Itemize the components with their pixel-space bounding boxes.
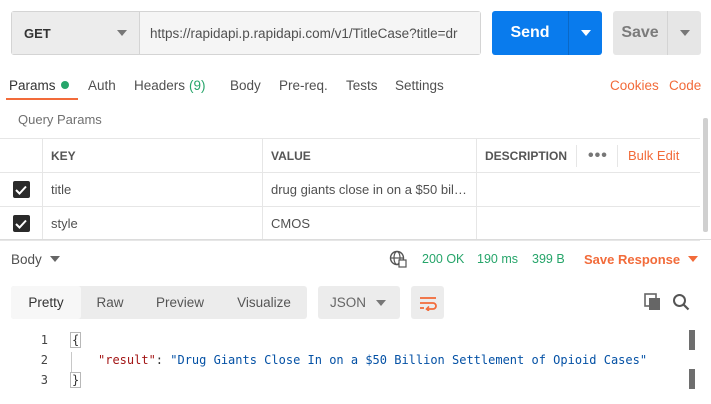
view-tab-visualize[interactable]: Visualize xyxy=(221,286,307,319)
headers-count: (9) xyxy=(189,77,206,93)
response-time[interactable]: 190 ms xyxy=(477,240,518,278)
tab-params[interactable]: Params xyxy=(9,70,69,100)
param-value-text: drug giants close in on a $50 billion se… xyxy=(271,182,468,197)
tab-prereq[interactable]: Pre-req. xyxy=(279,70,328,100)
send-options-button[interactable] xyxy=(568,11,602,55)
param-key-input[interactable]: title xyxy=(42,173,262,206)
code-text: } xyxy=(70,372,82,388)
format-select[interactable]: JSON xyxy=(318,286,400,319)
param-enabled-checkbox[interactable] xyxy=(0,173,42,206)
tab-auth[interactable]: Auth xyxy=(88,70,116,100)
chevron-down-icon xyxy=(117,30,127,36)
code-link[interactable]: Code xyxy=(669,70,701,100)
query-params-title: Query Params xyxy=(18,112,102,127)
checkmark-icon xyxy=(12,181,30,198)
copy-icon[interactable] xyxy=(644,293,662,311)
code-text: "result": "Drug Giants Close In on a $50… xyxy=(98,353,647,367)
save-button-group: Save xyxy=(613,11,701,55)
tab-params-label: Params xyxy=(9,77,56,93)
param-enabled-checkbox[interactable] xyxy=(0,207,42,240)
column-header-value: VALUE xyxy=(262,139,476,172)
tab-body[interactable]: Body xyxy=(230,70,261,100)
checkmark-icon xyxy=(12,215,30,232)
chevron-down-icon xyxy=(376,299,386,306)
send-button[interactable]: Send xyxy=(492,11,568,55)
param-description-input[interactable] xyxy=(476,207,700,240)
code-line: 1 { xyxy=(0,330,690,350)
response-size[interactable]: 399 B xyxy=(532,240,565,278)
response-body-editor[interactable]: 1 { 2 "result": "Drug Giants Close In on… xyxy=(0,330,700,404)
line-number: 1 xyxy=(40,333,48,347)
method-select[interactable]: GET xyxy=(12,12,140,54)
search-icon[interactable] xyxy=(672,293,690,311)
param-description-input[interactable] xyxy=(476,173,700,206)
chevron-down-icon xyxy=(49,256,60,262)
table-row: title drug giants close in on a $50 bill… xyxy=(0,173,700,207)
response-view-tabs: Pretty Raw Preview Visualize xyxy=(11,286,307,319)
indent-guide xyxy=(71,352,72,372)
code-line: 2 "result": "Drug Giants Close In on a $… xyxy=(0,350,690,370)
column-divider xyxy=(617,145,618,167)
params-scrollbar[interactable] xyxy=(703,118,708,232)
column-divider xyxy=(576,145,577,167)
params-table: KEY VALUE DESCRIPTION ••• Bulk Edit titl… xyxy=(0,138,700,241)
more-options-icon[interactable]: ••• xyxy=(588,139,608,172)
json-colon: : xyxy=(155,353,171,367)
cookies-link[interactable]: Cookies xyxy=(610,70,659,100)
response-section-label: Body xyxy=(11,251,42,267)
url-input[interactable]: https://rapidapi.p.rapidapi.com/v1/Title… xyxy=(140,12,480,54)
response-header: Body 200 OK 190 ms 399 B Save Response xyxy=(0,239,711,277)
editor-scrollbar-mark xyxy=(689,330,695,350)
active-tab-indicator xyxy=(6,98,78,100)
tab-headers[interactable]: Headers (9) xyxy=(134,70,206,100)
tab-settings[interactable]: Settings xyxy=(395,70,444,100)
bulk-edit-link[interactable]: Bulk Edit xyxy=(628,139,679,172)
globe-icon[interactable] xyxy=(389,250,407,268)
save-options-button[interactable] xyxy=(667,11,701,55)
params-active-dot-icon xyxy=(60,81,69,89)
param-value-input[interactable]: CMOS xyxy=(262,207,476,240)
line-number: 2 xyxy=(40,353,48,367)
wrap-lines-icon xyxy=(419,296,437,311)
json-key: "result" xyxy=(98,353,156,367)
tab-headers-label: Headers xyxy=(134,77,186,93)
chevron-down-icon xyxy=(679,30,690,36)
format-label: JSON xyxy=(330,295,367,310)
method-label: GET xyxy=(24,25,51,41)
param-key-input[interactable]: style xyxy=(42,207,262,240)
params-table-header: KEY VALUE DESCRIPTION ••• Bulk Edit xyxy=(0,139,700,173)
param-value-input[interactable]: drug giants close in on a $50 billion se… xyxy=(262,173,476,206)
send-button-group: Send xyxy=(492,11,602,55)
view-tab-pretty[interactable]: Pretty xyxy=(11,286,81,319)
request-bar: GET https://rapidapi.p.rapidapi.com/v1/T… xyxy=(11,11,481,55)
line-number: 3 xyxy=(40,373,48,387)
wrap-lines-button[interactable] xyxy=(411,286,444,319)
json-value: "Drug Giants Close In on a $50 Billion S… xyxy=(170,353,648,367)
save-response-label: Save Response xyxy=(584,251,681,267)
request-tabs: Params Auth Headers (9) Body Pre-req. Te… xyxy=(0,70,711,102)
table-row: style CMOS xyxy=(0,207,700,241)
code-line: 3 } xyxy=(0,370,690,390)
chevron-down-icon xyxy=(580,30,591,36)
code-text: { xyxy=(70,332,82,348)
close-brace: } xyxy=(70,372,82,388)
view-tab-preview[interactable]: Preview xyxy=(139,286,221,319)
status-code[interactable]: 200 OK xyxy=(422,240,464,278)
editor-scrollbar-mark xyxy=(689,369,695,389)
save-response-button[interactable]: Save Response xyxy=(584,240,699,278)
chevron-down-icon xyxy=(688,256,699,262)
tab-tests[interactable]: Tests xyxy=(346,70,378,100)
response-section-select[interactable]: Body xyxy=(11,240,60,278)
column-header-description-label: DESCRIPTION xyxy=(485,148,568,163)
column-header-key: KEY xyxy=(42,139,262,172)
open-brace: { xyxy=(70,332,82,348)
save-button[interactable]: Save xyxy=(613,11,667,55)
view-tab-raw[interactable]: Raw xyxy=(81,286,139,319)
param-value-text: CMOS xyxy=(271,216,310,231)
